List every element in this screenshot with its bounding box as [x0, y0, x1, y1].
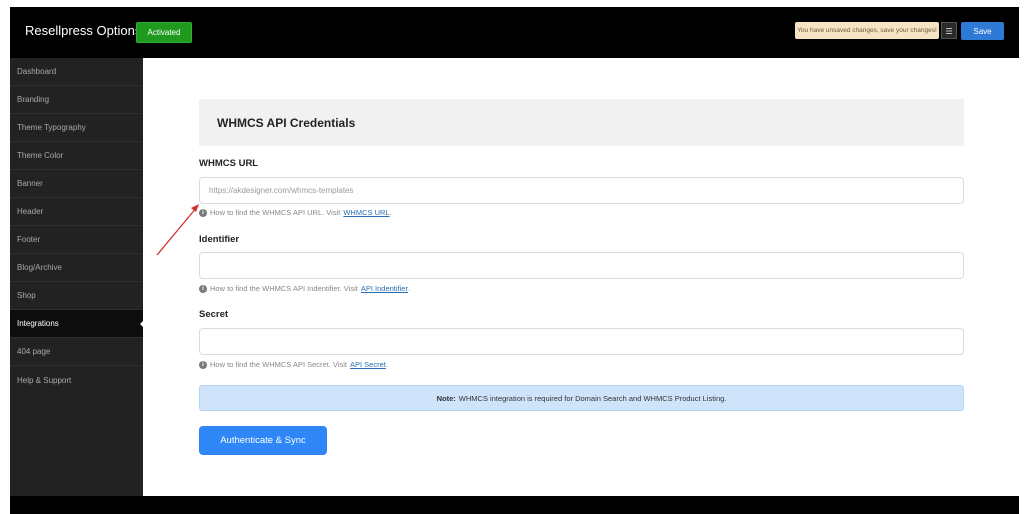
sidebar-item-theme-typography[interactable]: Theme Typography — [10, 114, 143, 142]
api-identifier-link[interactable]: API Indentifier — [361, 284, 408, 293]
info-icon: i — [199, 360, 207, 369]
secret-help: i How to find the WHMCS API Secret. Visi… — [199, 360, 388, 369]
unsaved-changes-notice: You have unsaved changes, save your chan… — [795, 22, 939, 39]
whmcs-url-help-text: How to find the WHMCS API URL. Visit — [210, 208, 341, 217]
identifier-help-text: How to find the WHMCS API Indentifier. V… — [210, 284, 358, 293]
sidebar-item-header[interactable]: Header — [10, 198, 143, 226]
section-title: WHMCS API Credentials — [199, 99, 964, 146]
whmcs-url-help: i How to find the WHMCS API URL. Visit W… — [199, 208, 392, 217]
sidebar-item-branding[interactable]: Branding — [10, 86, 143, 114]
sidebar-item-banner[interactable]: Banner — [10, 170, 143, 198]
app-title: Resellpress Options — [25, 23, 142, 38]
identifier-label: Identifier — [199, 234, 240, 245]
whmcs-url-link[interactable]: WHMCS URL — [343, 208, 389, 217]
note-text: WHMCS integration is required for Domain… — [458, 393, 727, 403]
sidebar-item-help-support[interactable]: Help & Support — [10, 366, 143, 394]
identifier-help: i How to find the WHMCS API Indentifier.… — [199, 284, 410, 293]
secret-input[interactable] — [199, 328, 964, 355]
secret-help-text: How to find the WHMCS API Secret. Visit — [210, 360, 347, 369]
info-icon: i — [199, 284, 207, 293]
app-frame: Resellpress Options Activated You have u… — [10, 7, 1019, 514]
sidebar-item-dashboard[interactable]: Dashboard — [10, 58, 143, 86]
sidebar-item-integrations[interactable]: Integrations — [10, 310, 144, 338]
main-content: WHMCS API Credentials WHMCS URL i How to… — [143, 58, 1019, 496]
note-prefix: Note: — [436, 393, 456, 403]
bottom-bar — [10, 496, 1019, 514]
sidebar-item-404-page[interactable]: 404 page — [10, 338, 143, 366]
authenticate-sync-button[interactable]: Authenticate & Sync — [199, 426, 327, 455]
integration-note: Note: WHMCS integration is required for … — [199, 385, 964, 411]
annotation-arrow-icon — [156, 204, 199, 256]
options-menu-button[interactable] — [941, 22, 957, 39]
whmcs-url-label: WHMCS URL — [199, 158, 259, 169]
sidebar-item-shop[interactable]: Shop — [10, 282, 143, 310]
top-header: Resellpress Options Activated You have u… — [10, 7, 1019, 58]
sidebar-item-blog-archive[interactable]: Blog/Archive — [10, 254, 143, 282]
identifier-input[interactable] — [199, 252, 964, 279]
sidebar-item-footer[interactable]: Footer — [10, 226, 143, 254]
whmcs-url-input[interactable] — [199, 177, 964, 204]
save-button[interactable]: Save — [961, 22, 1004, 40]
list-icon — [946, 27, 952, 34]
secret-label: Secret — [199, 309, 229, 320]
status-badge: Activated — [136, 22, 192, 43]
api-secret-link[interactable]: API Secret — [350, 360, 386, 369]
sidebar-item-theme-color[interactable]: Theme Color — [10, 142, 143, 170]
sidebar: Dashboard Branding Theme Typography Them… — [10, 58, 144, 496]
